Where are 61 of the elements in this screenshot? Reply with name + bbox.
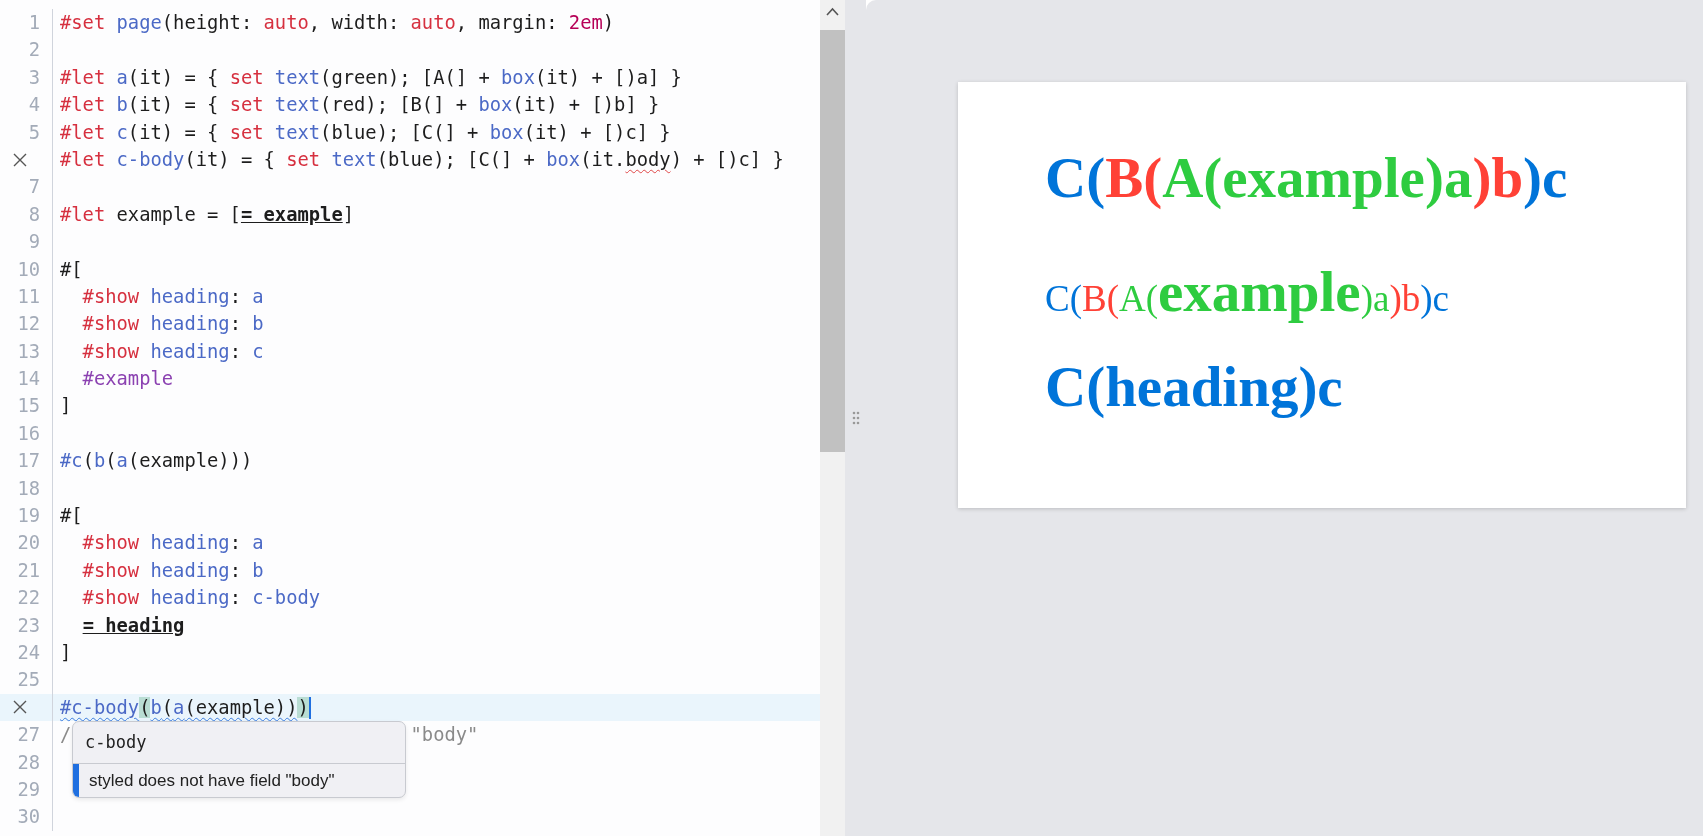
tooltip-title: c-body: [73, 721, 405, 764]
line-number: 21: [17, 559, 40, 581]
line-number: 22: [17, 587, 40, 609]
line-number: 27: [17, 724, 40, 746]
preview-line: C(heading)c: [1045, 354, 1344, 420]
code-text: ]: [60, 642, 72, 663]
code-text: #example: [81, 368, 174, 390]
line-number: 8: [28, 203, 40, 225]
line-number: 28: [17, 751, 40, 773]
code-text: #let c(it) = { set text(blue); [C(] + box(it) + [)c] }: [60, 121, 671, 143]
line-number: 3: [28, 66, 40, 88]
line-number: 30: [17, 806, 40, 828]
line-number: 2: [28, 39, 40, 61]
code-text: #show heading: b: [81, 313, 264, 335]
close-icon[interactable]: [12, 151, 28, 168]
line-number: 24: [17, 642, 40, 663]
code-text: #show heading: c-body: [81, 587, 321, 609]
line-number: 23: [17, 614, 40, 636]
line-number: 9: [28, 231, 40, 253]
line-number: 25: [17, 669, 40, 691]
line-number: 19: [17, 505, 40, 527]
code-text: #[: [60, 505, 83, 527]
code-text: #show heading: c: [81, 340, 264, 362]
code-text: #set page(height: auto, width: auto, margin: 2em): [60, 12, 615, 33]
line-number: 13: [17, 340, 40, 362]
line-number: 18: [17, 477, 40, 499]
scrollbar-thumb[interactable]: [820, 30, 845, 452]
line-number: 11: [17, 285, 40, 307]
code-text: #show heading: a: [81, 285, 264, 307]
code-text: /: [60, 724, 72, 746]
line-number: 17: [17, 450, 40, 472]
code-text: #let c-body(it) = { set text(blue); [C(] + box(it.body) + [)c] }: [60, 148, 784, 170]
code-text: #let a(it) = { set text(green); [A(] + box(it) + [)a] }: [60, 66, 682, 88]
tooltip-message: styled does not have field "body": [73, 763, 405, 797]
line-number: 14: [17, 368, 40, 390]
line-number: 10: [17, 258, 40, 280]
code-text: #[: [60, 258, 83, 280]
grip-icon[interactable]: [851, 411, 860, 425]
code-text: "body": [410, 724, 479, 746]
arrow-up-icon[interactable]: [826, 7, 839, 16]
code-text: #c-body(b(a(example))): [60, 696, 309, 718]
code-text: #show heading: a: [81, 532, 264, 554]
close-icon[interactable]: [12, 699, 28, 716]
code-text: #let example = [= example]: [60, 203, 354, 225]
code-text: #c(b(a(example))): [60, 450, 253, 472]
code-text: #let b(it) = { set text(red); [B(] + box(it) + [)b] }: [60, 94, 660, 116]
line-number: 12: [17, 313, 40, 335]
line-number: 29: [17, 778, 40, 800]
code-text: ]: [60, 395, 72, 417]
line-number: 15: [17, 395, 40, 417]
line-number: 1: [28, 12, 40, 33]
code-text: #show heading: b: [81, 559, 264, 581]
line-number: 20: [17, 532, 40, 554]
scrollbar[interactable]: [820, 0, 845, 836]
line-number: 16: [17, 422, 40, 444]
preview-line: C(B(A(example)a)b)c: [1045, 258, 1450, 325]
line-number: 5: [28, 121, 40, 143]
line-number: 7: [28, 176, 40, 198]
preview-line: C(B(A(example)a)b)c: [1045, 145, 1569, 211]
line-number: 4: [28, 94, 40, 116]
code-text: = heading: [81, 614, 185, 636]
